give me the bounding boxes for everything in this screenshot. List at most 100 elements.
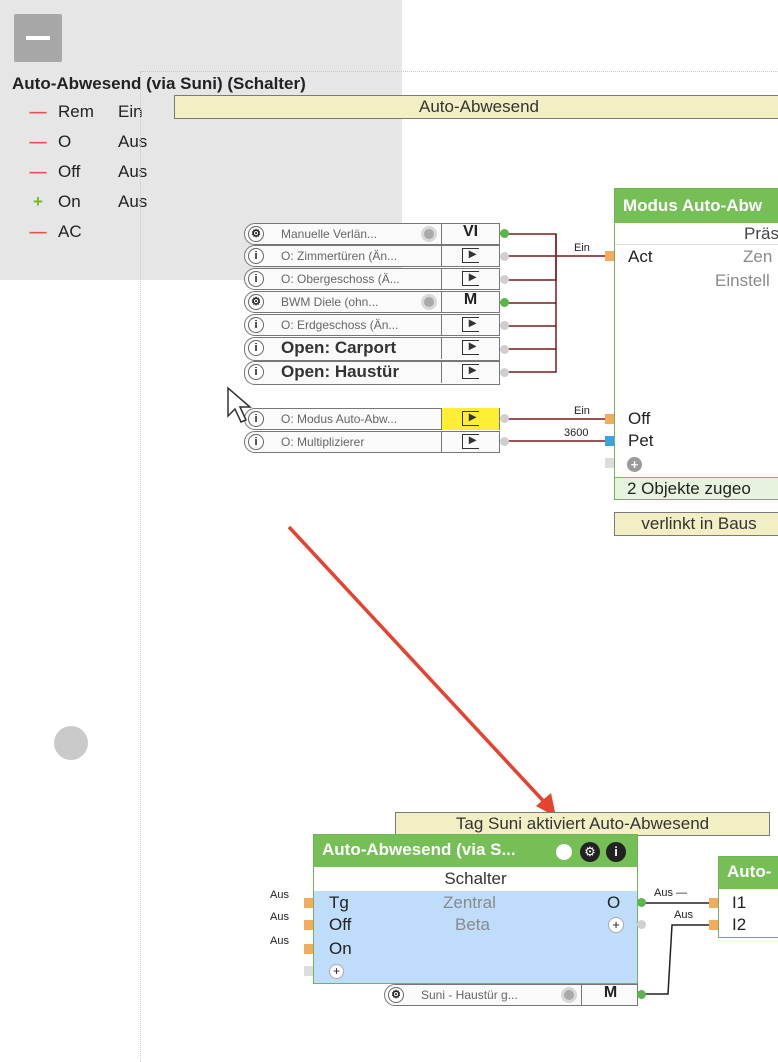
link-label[interactable]: verlinkt in Baus <box>614 512 778 536</box>
input-label: I1 <box>732 893 747 912</box>
info-icon: i <box>248 340 264 356</box>
input-label: I2 <box>732 915 747 934</box>
block-param: Einstell <box>715 271 770 290</box>
gear-icon: ⚙ <box>248 226 264 242</box>
send-icon <box>462 268 479 286</box>
info-icon: i <box>248 271 264 287</box>
input-port[interactable] <box>304 966 313 976</box>
object-target <box>441 361 499 383</box>
send-icon <box>462 408 479 426</box>
gear-icon: ⚙ <box>248 294 264 310</box>
block-param: Zentral <box>443 893 496 912</box>
input-port[interactable] <box>605 436 614 446</box>
add-input-icon[interactable]: + <box>329 964 344 979</box>
output-port[interactable] <box>637 920 646 929</box>
output-port[interactable] <box>500 229 509 238</box>
object-row[interactable]: i O: Erdgeschoss (Än... <box>244 314 500 336</box>
wire-value: Ein <box>574 405 590 417</box>
object-target <box>441 268 499 290</box>
object-row[interactable]: ⚙ Suni - Haustür g... M <box>384 984 638 1006</box>
object-row[interactable]: i Open: Carport <box>244 337 500 361</box>
info-icon: i <box>248 317 264 333</box>
object-row[interactable]: ⚙ BWM Diele (ohn... M <box>244 291 500 313</box>
wire-value: Aus — <box>654 887 688 899</box>
object-target: M <box>581 984 639 1006</box>
gear-icon: ⚙ <box>388 987 404 1003</box>
input-label: On <box>329 939 352 958</box>
object-name: O: Obergeschoss (Ä... <box>281 272 400 286</box>
block-title: Modus Auto-Abw <box>615 189 778 223</box>
output-port[interactable] <box>500 437 509 446</box>
object-row[interactable]: i O: Obergeschoss (Ä... <box>244 268 500 290</box>
output-port[interactable] <box>500 368 509 377</box>
mouse-cursor-icon <box>227 386 252 423</box>
output-port[interactable] <box>637 898 646 907</box>
object-name: Open: Carport <box>281 338 397 357</box>
input-value: Aus <box>270 889 289 901</box>
object-name: Open: Haustür <box>281 362 400 381</box>
input-port[interactable] <box>304 898 313 908</box>
input-port[interactable] <box>709 898 718 908</box>
object-row[interactable]: ⚙ Manuelle Verlän... VI <box>244 223 500 245</box>
info-icon: i <box>248 434 264 450</box>
block-subtitle: Schalter <box>314 867 637 891</box>
move-icon[interactable] <box>554 842 574 862</box>
object-target: VI <box>441 223 499 245</box>
input-port[interactable] <box>605 251 614 261</box>
input-value: Aus <box>270 935 289 947</box>
input-port[interactable] <box>605 458 614 468</box>
wire-value: Ein <box>574 242 590 254</box>
object-target <box>441 431 499 453</box>
add-input-icon[interactable]: + <box>627 457 642 472</box>
settings-dot-icon[interactable] <box>561 987 577 1003</box>
input-port[interactable] <box>304 920 313 930</box>
wire-value: 3600 <box>564 427 589 439</box>
info-icon[interactable]: i <box>606 842 626 862</box>
send-icon <box>462 337 479 355</box>
settings-dot-icon[interactable] <box>421 226 437 242</box>
object-name: O: Zimmertüren (Än... <box>281 249 398 263</box>
object-target <box>441 245 499 267</box>
add-output-icon[interactable]: + <box>608 917 624 933</box>
object-row[interactable]: i O: Zimmertüren (Än... <box>244 245 500 267</box>
settings-dot-icon[interactable] <box>421 294 437 310</box>
object-name: BWM Diele (ohn... <box>281 295 379 309</box>
object-target <box>441 314 499 336</box>
input-value: Aus <box>270 911 289 923</box>
output-port[interactable] <box>637 990 646 999</box>
output-port[interactable] <box>500 321 509 330</box>
output-port[interactable] <box>500 345 509 354</box>
block-param: Zen <box>743 247 773 266</box>
gear-icon[interactable]: ⚙ <box>580 842 600 862</box>
output-port[interactable] <box>500 414 509 423</box>
send-icon <box>462 431 479 449</box>
object-row[interactable]: i O: Multiplizierer <box>244 431 500 453</box>
output-port[interactable] <box>500 252 509 261</box>
input-port[interactable] <box>709 920 718 930</box>
right-block[interactable]: Auto- I1 I2 <box>718 856 778 938</box>
object-row[interactable]: i O: Modus Auto-Abw... <box>244 408 500 430</box>
block-title: Auto- <box>719 857 778 889</box>
input-label: Act <box>628 247 653 266</box>
input-label: Pet <box>628 431 654 450</box>
input-port[interactable] <box>605 414 614 424</box>
info-icon: i <box>248 364 264 380</box>
send-icon <box>462 314 479 332</box>
object-name: Suni - Haustür g... <box>421 988 518 1002</box>
output-port[interactable] <box>500 298 509 307</box>
drag-handle-dot[interactable] <box>54 726 88 760</box>
send-icon <box>462 245 479 263</box>
block-footer: 2 Objekte zugeo <box>615 477 778 499</box>
output-port[interactable] <box>500 275 509 284</box>
tag-label[interactable]: Tag Suni aktiviert Auto-Abwesend <box>395 812 770 836</box>
block-param: Beta <box>455 915 490 934</box>
object-target <box>441 337 499 359</box>
object-row[interactable]: i Open: Haustür <box>244 361 500 385</box>
modus-block[interactable]: Modus Auto-Abw Präs Act Zen Einstell Off… <box>614 188 778 500</box>
schalter-block[interactable]: Auto-Abwesend (via S... ⚙ i Schalter Tg … <box>313 834 638 984</box>
input-label: Tg <box>329 893 349 912</box>
object-name: O: Erdgeschoss (Än... <box>281 318 399 332</box>
object-target <box>441 408 499 430</box>
input-port[interactable] <box>304 944 313 954</box>
input-label: Off <box>329 915 352 934</box>
